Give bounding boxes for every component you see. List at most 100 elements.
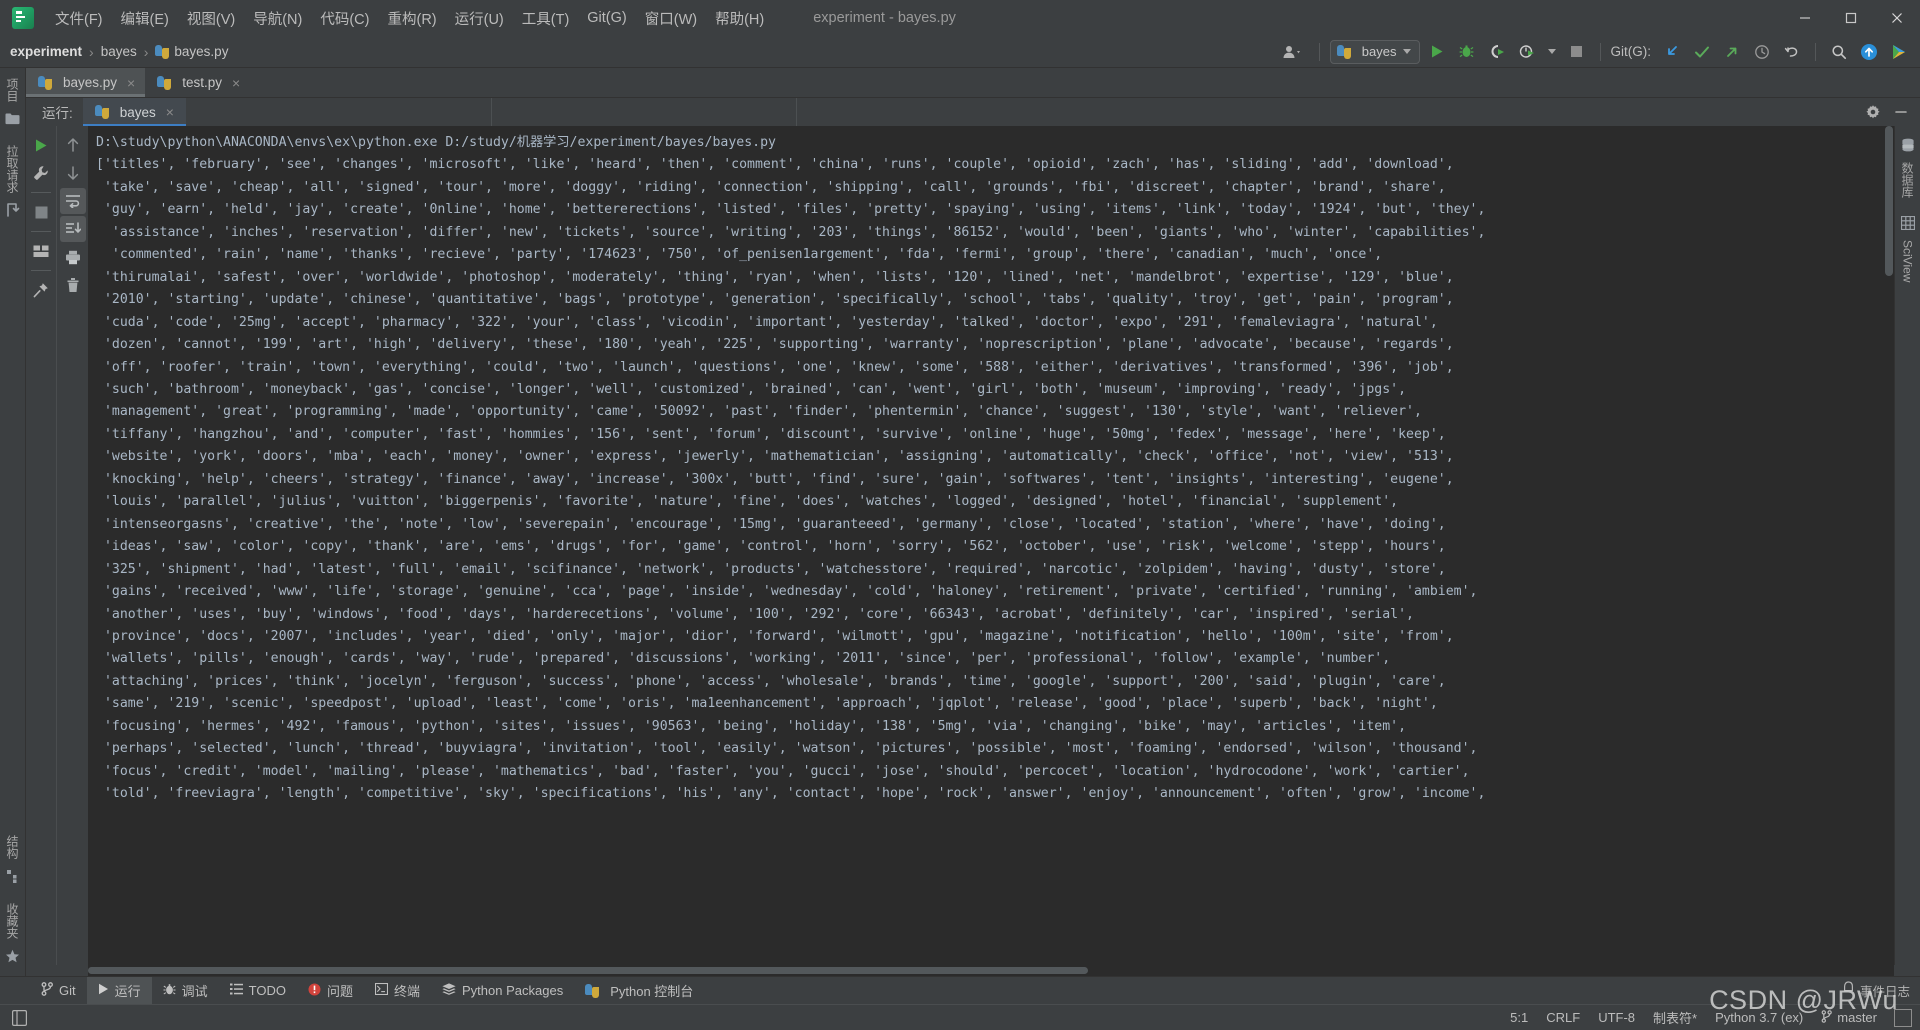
grid-icon[interactable] — [1900, 216, 1915, 230]
sidebar-item-structure[interactable]: 结构 — [4, 831, 21, 863]
rerun-button[interactable] — [28, 132, 54, 158]
bottom-tab-run[interactable]: 运行 — [86, 977, 152, 1004]
run-icon — [98, 983, 109, 998]
git-update-icon[interactable] — [1659, 40, 1685, 64]
menu-tools[interactable]: 工具(T) — [513, 5, 579, 32]
event-log-button[interactable]: 事件日志 — [1842, 977, 1920, 1004]
breadcrumb-item-experiment[interactable]: experiment — [10, 44, 82, 59]
hide-icon[interactable] — [1888, 100, 1914, 124]
caret-position[interactable]: 5:1 — [1501, 1010, 1537, 1025]
scroll-up-button[interactable] — [60, 132, 86, 158]
history-icon[interactable] — [1749, 40, 1775, 64]
memory-indicator[interactable] — [1894, 1008, 1912, 1027]
breadcrumb-item-file[interactable]: bayes.py — [155, 44, 228, 59]
problems-icon — [308, 983, 321, 999]
stop-icon[interactable] — [1564, 40, 1590, 64]
close-icon[interactable]: × — [127, 75, 135, 91]
event-log-label: 事件日志 — [1859, 985, 1910, 999]
maximize-icon[interactable] — [1828, 0, 1874, 36]
run-left-toolbar — [26, 126, 56, 965]
sidebar-item-project[interactable]: 项目 — [4, 74, 21, 106]
debug-icon[interactable] — [1454, 40, 1480, 64]
run-console-toolbar — [56, 126, 88, 965]
todo-list-icon — [229, 983, 243, 998]
close-icon[interactable] — [1874, 0, 1920, 36]
bottom-tab-todo[interactable]: TODO — [219, 977, 297, 1004]
menu-help[interactable]: 帮助(H) — [706, 5, 773, 32]
folder-icon[interactable] — [5, 112, 20, 125]
git-commit-icon[interactable] — [1689, 40, 1715, 64]
run-console-output[interactable]: D:\study\python\ANACONDA\envs\ex\python.… — [88, 126, 1894, 965]
indent-setting[interactable]: 制表符* — [1644, 1008, 1706, 1027]
sidebar-item-database[interactable]: 数据库 — [1899, 158, 1916, 202]
left-tool-strip: 项目 拉取请求 结构 收藏夹 — [0, 68, 26, 976]
menu-git[interactable]: Git(G) — [578, 7, 635, 29]
gear-icon[interactable] — [1860, 100, 1886, 124]
pin-button[interactable] — [28, 277, 54, 303]
menu-file[interactable]: 文件(F) — [46, 5, 112, 32]
print-button[interactable] — [60, 244, 86, 270]
menu-code[interactable]: 代码(C) — [311, 5, 378, 32]
python-interpreter[interactable]: Python 3.7 (ex) — [1706, 1010, 1812, 1025]
bottom-tab-python-console[interactable]: Python 控制台 — [574, 977, 704, 1004]
structure-icon[interactable] — [6, 869, 20, 883]
close-icon[interactable]: × — [166, 104, 174, 120]
profile-icon[interactable] — [1514, 40, 1540, 64]
run-header-segment — [186, 98, 491, 126]
file-encoding[interactable]: UTF-8 — [1589, 1010, 1644, 1025]
breadcrumb-item-bayes[interactable]: bayes — [101, 44, 137, 59]
bottom-tab-git[interactable]: Git — [30, 977, 87, 1004]
menu-run[interactable]: 运行(U) — [446, 5, 513, 32]
scroll-down-button[interactable] — [60, 160, 86, 186]
editor-tab-test[interactable]: test.py × — [145, 68, 250, 97]
console-horizontal-scrollbar[interactable] — [88, 965, 1894, 976]
run-icon[interactable] — [1424, 40, 1450, 64]
scrollbar-thumb[interactable] — [1885, 126, 1893, 276]
console-vertical-scrollbar[interactable] — [1883, 126, 1894, 965]
menu-view[interactable]: 视图(V) — [178, 5, 244, 32]
divider — [31, 192, 51, 193]
stop-button[interactable] — [28, 199, 54, 225]
packages-icon — [442, 982, 456, 999]
layout-toggle-icon[interactable] — [8, 1009, 31, 1026]
sidebar-item-favorites[interactable]: 收藏夹 — [4, 899, 21, 943]
breadcrumb-separator: › — [143, 43, 149, 60]
menu-window[interactable]: 窗口(W) — [636, 5, 706, 32]
bottom-tab-problems[interactable]: 问题 — [297, 977, 364, 1004]
status-bar-right: 5:1 CRLF UTF-8 制表符* Python 3.7 (ex) mast… — [1501, 1008, 1912, 1027]
bottom-tab-debug[interactable]: 调试 — [152, 977, 219, 1004]
database-icon[interactable] — [1901, 138, 1915, 152]
menu-refactor[interactable]: 重构(R) — [378, 5, 445, 32]
minimize-icon[interactable] — [1782, 0, 1828, 36]
git-push-icon[interactable] — [1719, 40, 1745, 64]
bottom-tab-label: TODO — [248, 983, 286, 998]
pull-request-icon[interactable] — [6, 203, 20, 217]
star-icon[interactable] — [5, 949, 20, 964]
status-bar: 5:1 CRLF UTF-8 制表符* Python 3.7 (ex) mast… — [0, 1004, 1920, 1030]
account-icon[interactable] — [1275, 40, 1309, 64]
run-with-coverage-icon[interactable] — [1484, 40, 1510, 64]
sidebar-item-sciview[interactable]: SciView — [1901, 236, 1915, 286]
bottom-tab-python-packages[interactable]: Python Packages — [431, 977, 574, 1004]
ide-features-icon[interactable] — [1886, 40, 1912, 64]
soft-wrap-button[interactable] — [59, 188, 86, 214]
upload-icon[interactable] — [1856, 40, 1882, 64]
editor-tab-bayes[interactable]: bayes.py × — [26, 68, 146, 97]
edit-configuration-button[interactable] — [28, 160, 54, 186]
chevron-down-icon[interactable] — [1544, 40, 1560, 64]
run-tab-bayes[interactable]: bayes × — [82, 98, 187, 126]
trash-icon[interactable] — [60, 272, 86, 298]
run-configuration-selector[interactable]: bayes — [1329, 39, 1420, 64]
git-branch-widget[interactable]: master — [1812, 1009, 1886, 1026]
undo-icon[interactable] — [1779, 40, 1805, 64]
layout-button[interactable] — [28, 238, 54, 264]
bottom-tab-terminal[interactable]: 终端 — [364, 977, 431, 1004]
line-separator[interactable]: CRLF — [1537, 1010, 1589, 1025]
sidebar-item-pull-requests[interactable]: 拉取请求 — [4, 141, 21, 197]
menu-edit[interactable]: 编辑(E) — [112, 5, 178, 32]
menu-navigate[interactable]: 导航(N) — [244, 5, 311, 32]
scrollbar-thumb[interactable] — [88, 967, 1088, 974]
scroll-to-end-button[interactable] — [59, 216, 86, 242]
close-icon[interactable]: × — [232, 75, 240, 91]
search-everywhere-icon[interactable] — [1826, 40, 1852, 64]
